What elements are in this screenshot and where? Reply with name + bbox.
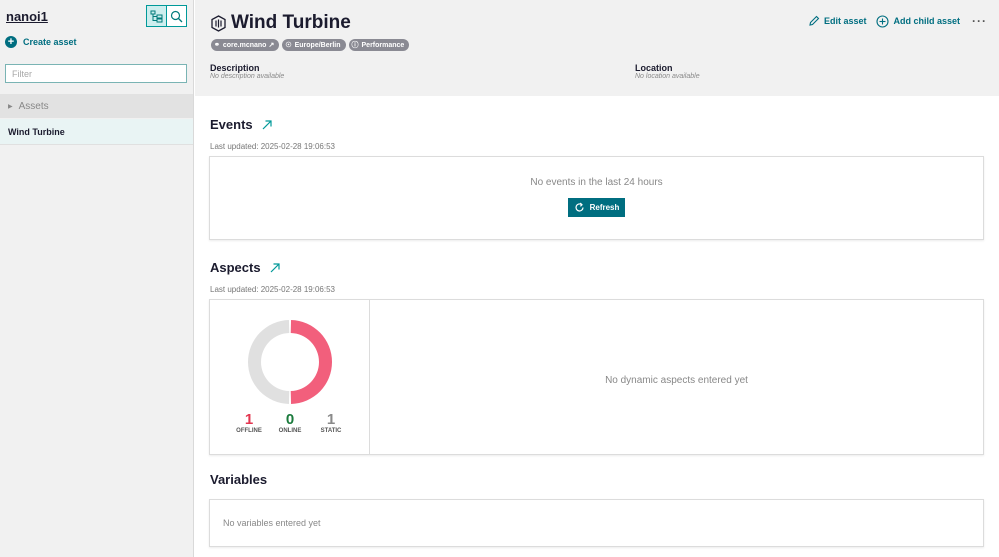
variables-card: No variables entered yet	[209, 499, 984, 547]
globe-icon: ☉	[285, 42, 292, 49]
open-aspects-icon[interactable]	[270, 262, 280, 273]
chip-type-label: Performance	[361, 41, 405, 49]
aspects-title: Aspects	[210, 260, 261, 275]
filter-input[interactable]	[5, 64, 187, 83]
asset-chips: ⚭ core.mcnano ↗ ☉ Europe/Berlin ⓘ Perfor…	[211, 39, 412, 51]
create-asset-label: Create asset	[23, 37, 77, 47]
add-child-asset-button[interactable]: Add child asset	[876, 14, 960, 28]
stat-static-value: 1	[326, 411, 336, 428]
header-actions: Edit asset Add child asset ···	[798, 14, 987, 28]
stat-static: 1 STATIC	[306, 411, 356, 434]
refresh-icon	[575, 202, 584, 212]
variables-empty-message: No variables entered yet	[223, 518, 321, 528]
aspects-card: 1 OFFLINE 0 ONLINE 1 STATIC No dynamic a…	[209, 299, 984, 455]
asset-title-group: Wind Turbine	[210, 12, 351, 34]
aspects-summary-panel: 1 OFFLINE 0 ONLINE 1 STATIC	[210, 300, 370, 454]
donut-segment-offline	[290, 320, 333, 404]
pencil-icon	[809, 15, 820, 26]
edit-asset-label: Edit asset	[823, 16, 867, 26]
description-value: No description available	[210, 73, 285, 80]
refresh-label: Refresh	[589, 203, 620, 212]
tree-root-assets[interactable]: ▶ Assets	[0, 94, 193, 118]
stat-static-label: STATIC	[320, 428, 342, 434]
more-options-button[interactable]: ···	[972, 14, 987, 28]
events-empty-message: No events in the last 24 hours	[530, 177, 663, 188]
search-view-button[interactable]	[166, 5, 187, 27]
chip-timezone-label: Europe/Berlin	[294, 41, 341, 49]
plus-circle-icon	[876, 14, 890, 28]
aspects-empty-message: No dynamic aspects entered yet	[605, 375, 748, 386]
aspects-last-updated: Last updated: 2025-02-28 19:06:53	[210, 285, 335, 294]
chip-tenant[interactable]: ⚭ core.mcnano ↗	[211, 39, 280, 51]
asset-header: Wind Turbine ⚭ core.mcnano ↗ ☉ Europe/Be…	[195, 0, 999, 96]
donut-segment-static	[247, 320, 290, 404]
events-last-updated: Last updated: 2025-02-28 19:06:53	[210, 142, 335, 151]
external-link-icon: ↗	[268, 42, 275, 49]
location-value: No location available	[635, 73, 700, 80]
tree-view-button[interactable]	[146, 5, 167, 27]
description-label: Description	[210, 63, 260, 73]
search-icon	[170, 10, 183, 22]
aspects-donut-chart	[247, 320, 333, 404]
tenant-link[interactable]: nanoi1	[6, 9, 48, 24]
events-card: No events in the last 24 hours Refresh	[209, 156, 984, 240]
create-asset-button[interactable]: + Create asset	[5, 36, 77, 48]
variables-title: Variables	[210, 472, 268, 487]
open-events-icon[interactable]	[262, 119, 272, 130]
tree-icon	[150, 10, 163, 22]
add-child-label: Add child asset	[893, 16, 960, 26]
view-toggle	[146, 5, 187, 27]
page-title: Wind Turbine	[231, 12, 351, 33]
link-icon: ⚭	[214, 42, 220, 49]
refresh-button[interactable]: Refresh	[568, 198, 625, 217]
tree-root-label: Assets	[18, 100, 49, 112]
chip-tenant-label: core.mcnano	[222, 41, 267, 49]
location-label: Location	[635, 63, 673, 73]
tree-item-wind-turbine[interactable]: Wind Turbine	[0, 119, 193, 145]
gauge-icon: ⓘ	[351, 42, 359, 49]
edit-asset-button[interactable]: Edit asset	[808, 15, 867, 27]
asset-sidebar: nanoi1 + Create asset ▶ Assets Wind Turb…	[0, 0, 194, 557]
chip-timezone: ☉ Europe/Berlin	[282, 39, 346, 51]
caret-right-icon[interactable]: ▶	[8, 103, 13, 110]
plus-icon: +	[5, 36, 17, 48]
aspects-title-row: Aspects	[210, 260, 280, 275]
events-title: Events	[210, 117, 253, 132]
variables-title-row: Variables	[210, 472, 267, 487]
events-title-row: Events	[210, 117, 272, 132]
asset-type-icon	[211, 14, 226, 32]
chip-type: ⓘ Performance	[348, 39, 410, 51]
